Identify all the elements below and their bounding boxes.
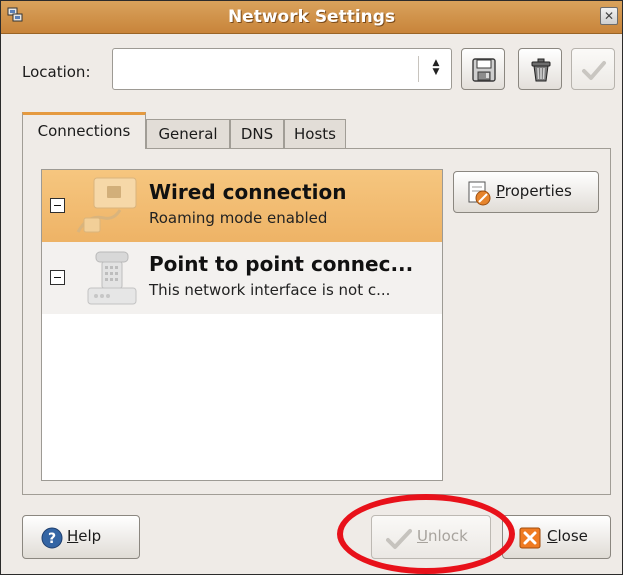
connection-name: Point to point connec... bbox=[149, 252, 414, 276]
tab-hosts[interactable]: Hosts bbox=[284, 119, 346, 149]
tab-hosts-label: Hosts bbox=[294, 125, 336, 143]
tab-general-label: General bbox=[158, 125, 218, 143]
modem-phone-icon bbox=[87, 251, 137, 305]
help-icon: ? bbox=[41, 527, 63, 549]
tab-connections-label: Connections bbox=[37, 122, 131, 140]
window-close-icon[interactable]: ✕ bbox=[600, 7, 618, 25]
checkmark-icon bbox=[582, 61, 606, 80]
connection-status: This network interface is not c... bbox=[149, 281, 391, 299]
list-item[interactable]: Point to point connec... This network in… bbox=[42, 242, 442, 314]
trash-can-icon bbox=[531, 58, 551, 82]
connection-enable-checkbox[interactable] bbox=[50, 198, 65, 213]
delete-location-button[interactable] bbox=[518, 48, 562, 90]
apply-location-button[interactable] bbox=[571, 48, 615, 90]
tab-dns-label: DNS bbox=[240, 125, 274, 143]
unlock-checkmark-icon bbox=[386, 529, 412, 549]
title-bar[interactable]: Network Settings ✕ bbox=[1, 1, 622, 34]
close-x-icon bbox=[519, 527, 541, 549]
tab-dns[interactable]: DNS bbox=[230, 119, 284, 149]
wired-network-icon bbox=[76, 177, 137, 233]
connection-name: Wired connection bbox=[149, 180, 347, 204]
help-label: Help bbox=[67, 527, 102, 545]
combo-separator bbox=[418, 56, 419, 82]
connection-status: Roaming mode enabled bbox=[149, 209, 328, 227]
window-title: Network Settings bbox=[227, 7, 396, 27]
help-button[interactable]: ? Help bbox=[22, 515, 140, 559]
unlock-label: Unlock bbox=[417, 527, 468, 545]
close-label: Close bbox=[547, 527, 588, 545]
unlock-button[interactable]: Unlock bbox=[371, 515, 491, 559]
tab-connections[interactable]: Connections bbox=[22, 112, 146, 149]
location-combo-box[interactable]: ▲ ▼ bbox=[112, 48, 452, 90]
combo-arrows-icon: ▲ ▼ bbox=[432, 58, 440, 77]
location-label: Location: bbox=[22, 63, 91, 81]
properties-label: Properties bbox=[496, 182, 572, 200]
list-item[interactable]: Wired connection Roaming mode enabled bbox=[42, 170, 442, 242]
tab-general[interactable]: General bbox=[146, 119, 230, 149]
connection-enable-checkbox[interactable] bbox=[50, 270, 65, 285]
connections-list[interactable]: Wired connection Roaming mode enabled Po… bbox=[41, 169, 443, 481]
floppy-disk-icon bbox=[472, 58, 496, 82]
close-button[interactable]: Close bbox=[502, 515, 611, 559]
svg-text:?: ? bbox=[48, 531, 56, 547]
save-location-button[interactable] bbox=[461, 48, 505, 90]
network-settings-window: Network Settings ✕ Location: ▲ ▼ Connect… bbox=[0, 0, 623, 575]
properties-button[interactable]: Properties bbox=[453, 171, 599, 213]
properties-tool-icon bbox=[468, 181, 491, 206]
